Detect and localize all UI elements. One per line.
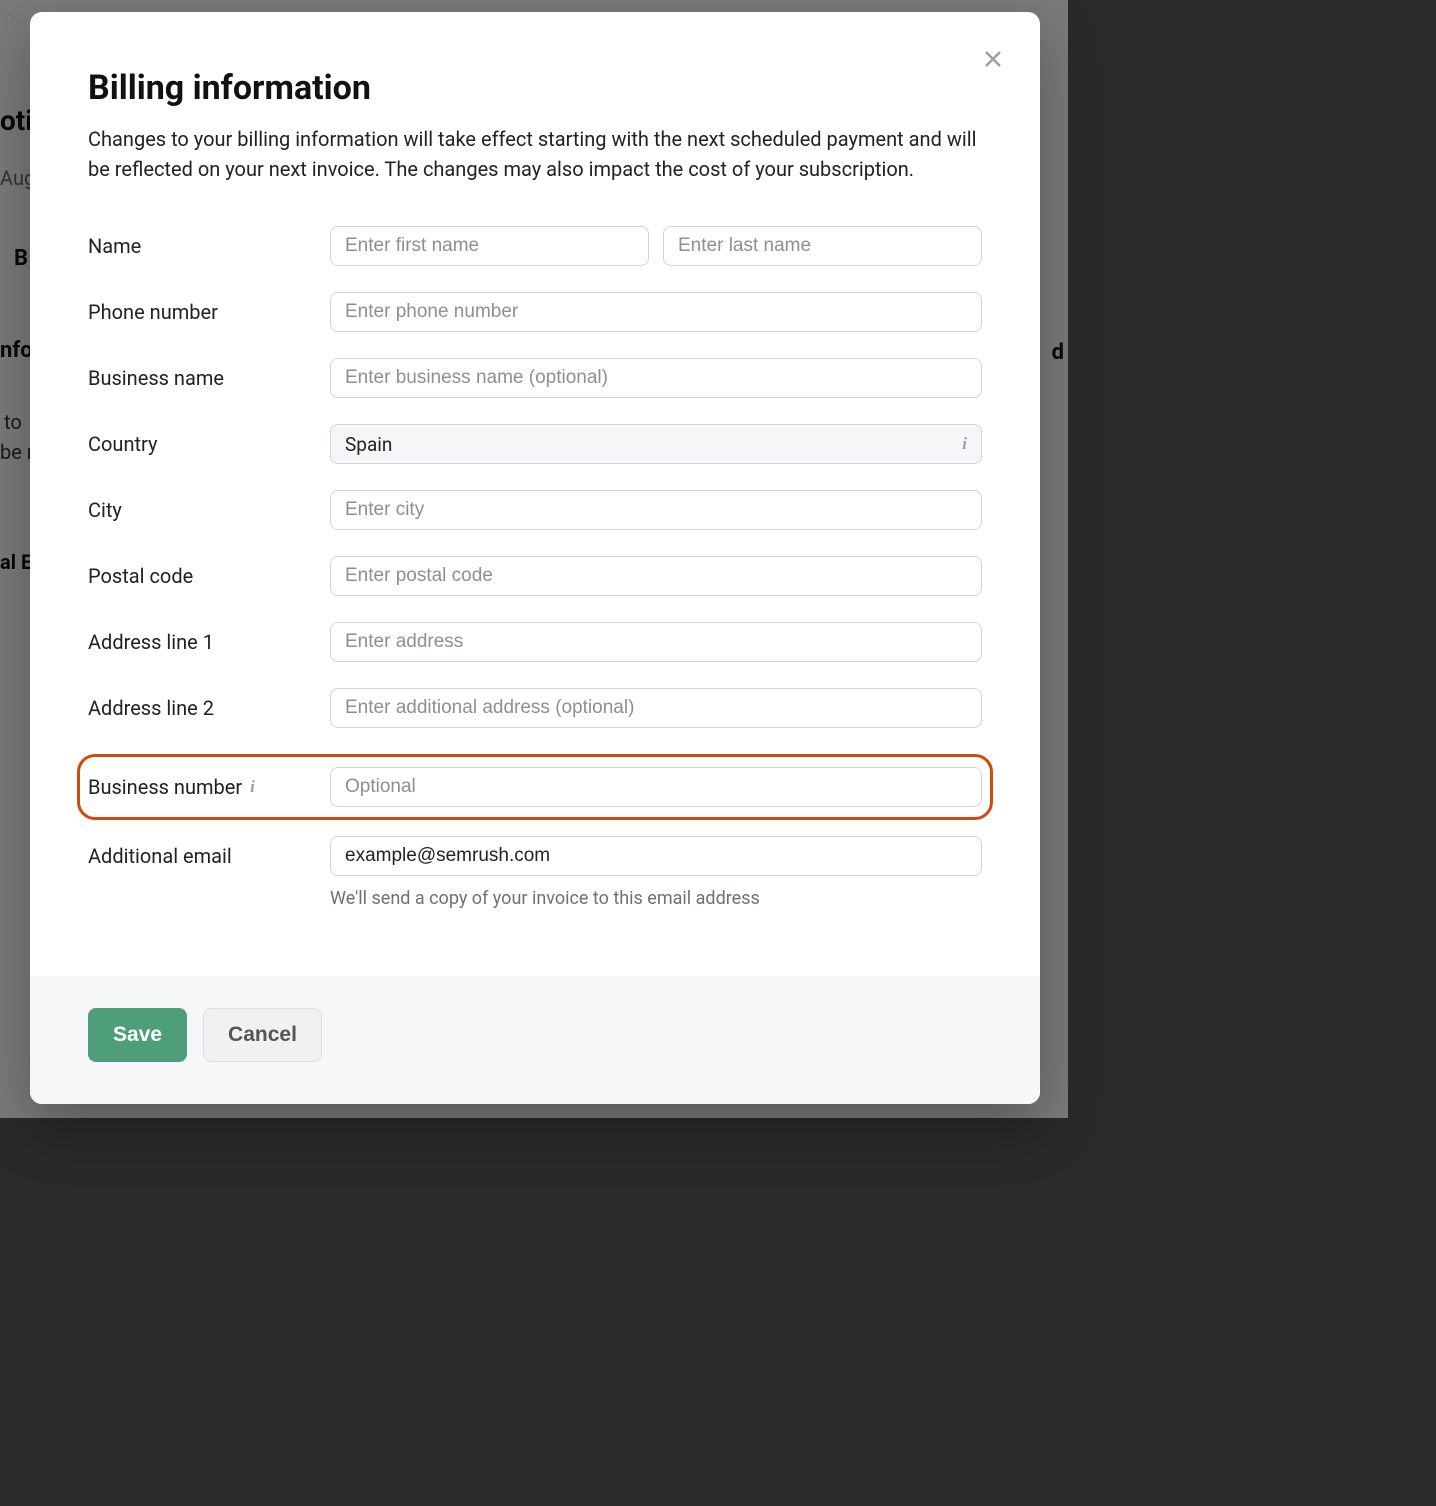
label-address1: Address line 1 xyxy=(88,630,330,654)
close-icon xyxy=(981,47,1005,71)
postal-code-input[interactable] xyxy=(330,556,982,596)
address2-input[interactable] xyxy=(330,688,982,728)
cancel-button[interactable]: Cancel xyxy=(203,1008,322,1062)
modal-subtitle: Changes to your billing information will… xyxy=(88,124,982,184)
modal-body: Billing information Changes to your bill… xyxy=(30,12,1040,976)
row-address2: Address line 2 xyxy=(88,688,982,728)
row-address1: Address line 1 xyxy=(88,622,982,662)
billing-modal: Billing information Changes to your bill… xyxy=(30,12,1040,1104)
row-phone: Phone number xyxy=(88,292,982,332)
label-additional-email: Additional email xyxy=(88,844,330,868)
info-icon[interactable]: i xyxy=(250,777,255,797)
row-country: Country Spain i xyxy=(88,424,982,464)
close-button[interactable] xyxy=(976,42,1010,76)
label-business-name: Business name xyxy=(88,366,330,390)
label-name: Name xyxy=(88,234,330,258)
business-number-label-text: Business number xyxy=(88,775,242,799)
info-icon: i xyxy=(962,434,967,454)
save-button[interactable]: Save xyxy=(88,1008,187,1062)
first-name-input[interactable] xyxy=(330,226,649,266)
row-name: Name xyxy=(88,226,982,266)
business-number-input[interactable] xyxy=(330,767,982,807)
city-input[interactable] xyxy=(330,490,982,530)
country-value: Spain xyxy=(345,433,392,456)
row-additional-email: Additional email xyxy=(88,836,982,876)
address1-input[interactable] xyxy=(330,622,982,662)
label-country: Country xyxy=(88,432,330,456)
label-postal-code: Postal code xyxy=(88,564,330,588)
label-phone: Phone number xyxy=(88,300,330,324)
business-name-input[interactable] xyxy=(330,358,982,398)
modal-title: Billing information xyxy=(88,68,982,108)
row-business-name: Business name xyxy=(88,358,982,398)
phone-input[interactable] xyxy=(330,292,982,332)
country-select[interactable]: Spain i xyxy=(330,424,982,464)
row-business-number: Business number i xyxy=(77,754,993,820)
modal-footer: Save Cancel xyxy=(30,976,1040,1104)
label-business-number: Business number i xyxy=(88,775,330,799)
row-postal-code: Postal code xyxy=(88,556,982,596)
last-name-input[interactable] xyxy=(663,226,982,266)
additional-email-helper: We'll send a copy of your invoice to thi… xyxy=(330,888,982,909)
row-city: City xyxy=(88,490,982,530)
label-address2: Address line 2 xyxy=(88,696,330,720)
label-city: City xyxy=(88,498,330,522)
additional-email-input[interactable] xyxy=(330,836,982,876)
